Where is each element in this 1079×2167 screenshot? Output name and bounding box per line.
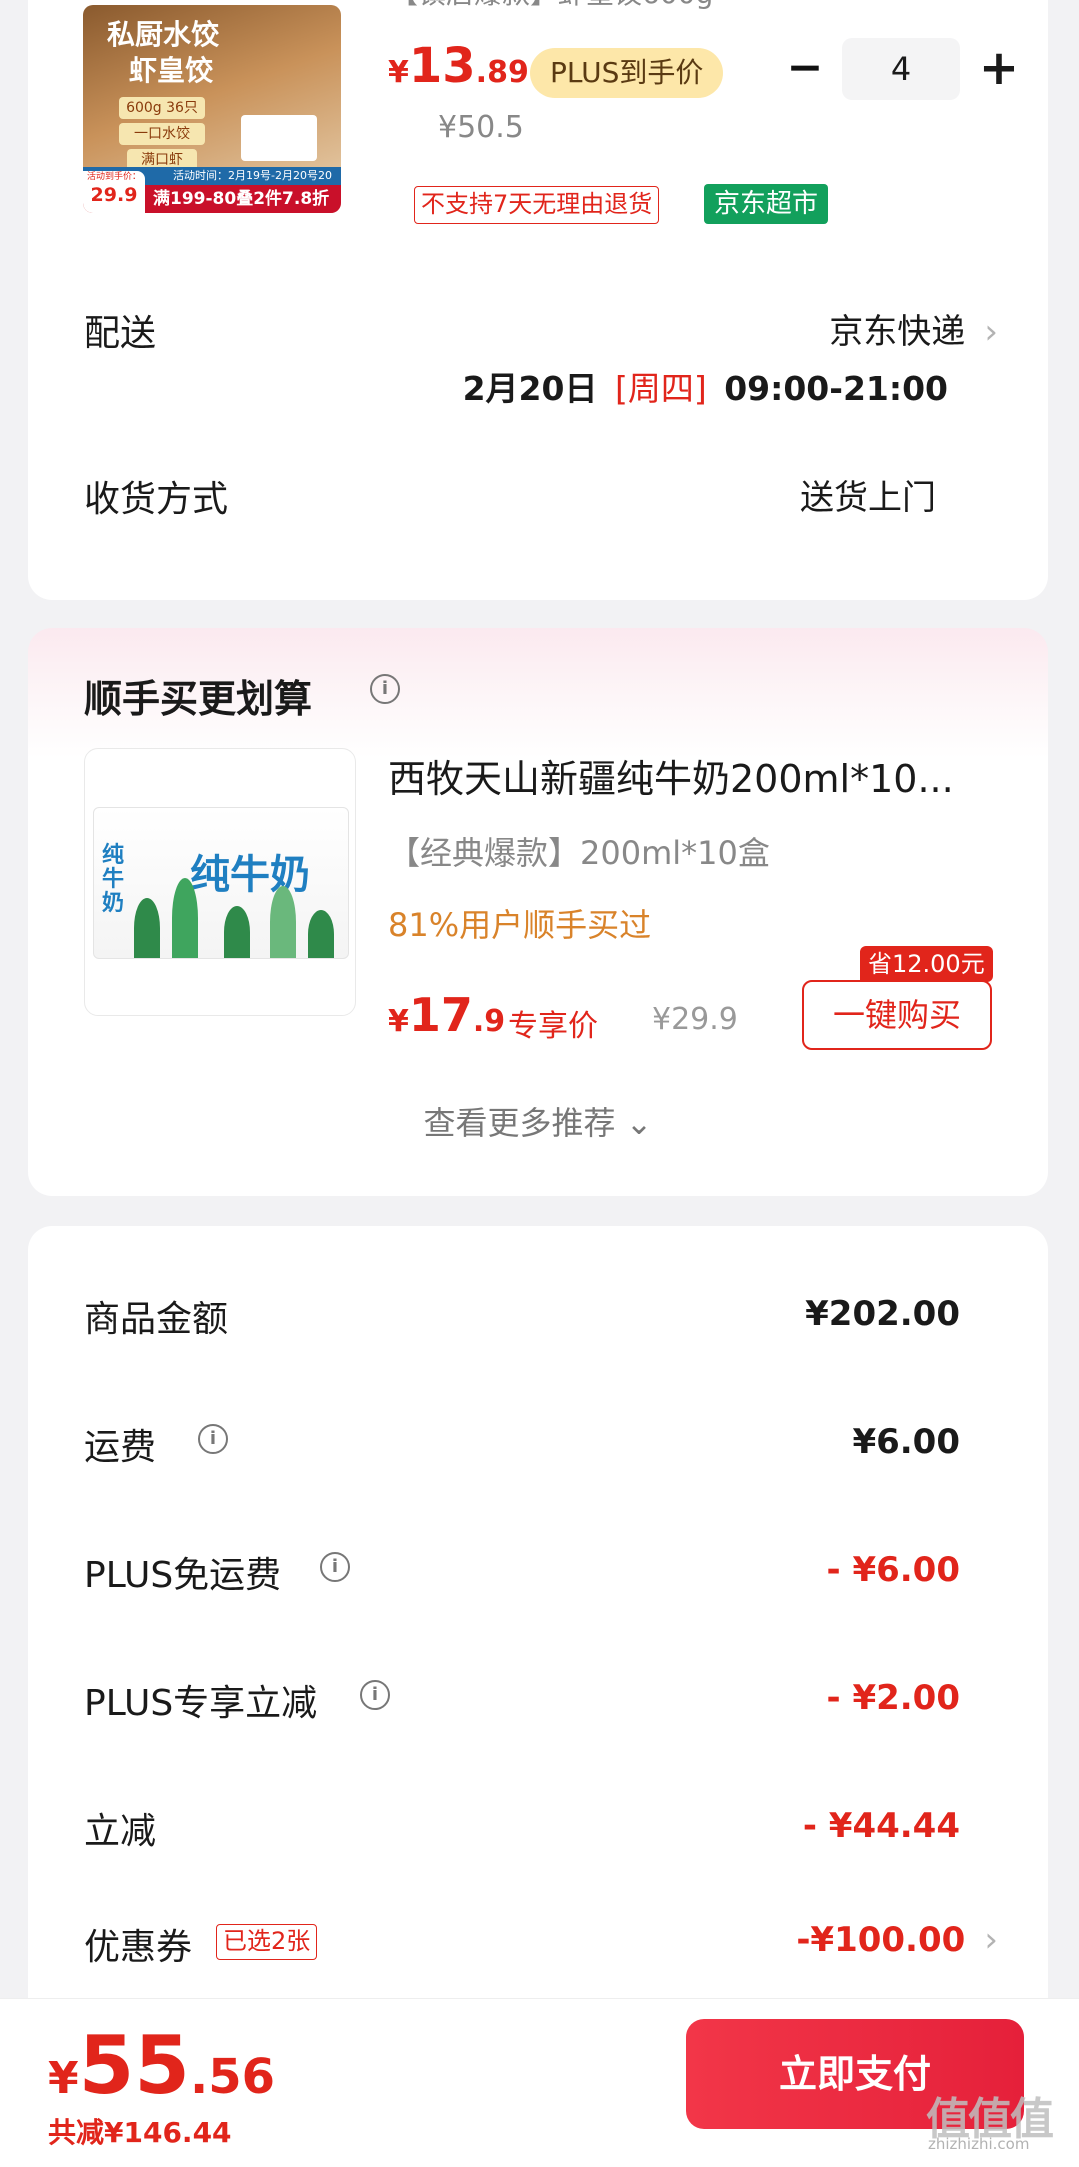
- delivery-time: 2月20日 [周四] 09:00-21:00: [463, 362, 948, 410]
- recommend-title: 顺手买更划算: [84, 677, 313, 721]
- product-image-title: 私厨水饺: [107, 18, 220, 51]
- recommend-product-image[interactable]: 纯牛奶 纯牛奶: [84, 748, 356, 1016]
- chevron-right-icon: ›: [984, 312, 998, 352]
- fee-label: PLUS免运费: [84, 1555, 282, 1596]
- product-image-subtitle: 虾皇饺: [129, 54, 214, 87]
- price-integer: 13: [408, 38, 476, 94]
- receive-method-value[interactable]: 送货上门: [800, 470, 936, 519]
- product-package-illustration: [241, 115, 317, 161]
- store-tag: 京东超市: [704, 184, 829, 224]
- delivery-date: 2月20日: [462, 369, 598, 408]
- info-icon[interactable]: i: [320, 1552, 350, 1582]
- quantity-increase-button[interactable]: +: [974, 42, 1024, 94]
- chevron-right-icon: ›: [984, 1920, 998, 1960]
- checkout-bar: ¥55.56 共减¥146.44 立即支付 值值值 zhizhizhi.com: [0, 1998, 1079, 2167]
- total-integer: 55: [78, 2019, 190, 2112]
- delivery-label: 配送: [84, 313, 157, 354]
- recommend-product-title[interactable]: 西牧天山新疆纯牛奶200ml*10...: [388, 748, 1008, 803]
- delivery-window: 09:00-21:00: [724, 369, 948, 408]
- site-watermark-url: zhizhizhi.com: [928, 2135, 1030, 2153]
- price-decimal: .89: [475, 55, 529, 90]
- leaf-illustration: [270, 886, 296, 958]
- price-integer: 17: [408, 988, 473, 1042]
- fee-label: 运费: [84, 1427, 157, 1468]
- price-currency: ¥: [388, 55, 409, 90]
- fee-value: - ¥44.44: [802, 1806, 960, 1846]
- delivery-weekday: [周四]: [614, 369, 707, 408]
- milk-box-illustration: 纯牛奶 纯牛奶: [93, 807, 349, 959]
- leaf-illustration: [308, 910, 334, 958]
- recommend-price: ¥17.9: [388, 988, 505, 1042]
- product-price: ¥13.89: [388, 38, 529, 94]
- info-icon[interactable]: i: [370, 674, 400, 704]
- coupon-row-link[interactable]: -¥100.00 ›: [796, 1920, 998, 1960]
- product-image-price-badge: 活动到手价： 29.9: [83, 171, 145, 213]
- fee-label: 立减: [84, 1811, 157, 1852]
- product-image-chip: 600g 36只: [119, 97, 205, 119]
- total-decimal: .56: [189, 2049, 275, 2105]
- receive-method-label: 收货方式: [84, 479, 229, 520]
- recommend-bought-ratio: 81%用户顺手买过: [388, 906, 652, 944]
- recommend-original-price: ¥29.9: [652, 1002, 738, 1037]
- fee-value: -¥100.00: [796, 1920, 966, 1960]
- one-click-buy-button[interactable]: 一键购买: [802, 980, 992, 1050]
- total-saved: 共减¥146.44: [48, 2116, 232, 2149]
- fee-value: ¥202.00: [805, 1294, 960, 1334]
- recommend-card: 顺手买更划算 i 纯牛奶 纯牛奶 西牧天山新疆纯牛奶200ml*10... 【经…: [28, 628, 1048, 1196]
- leaf-illustration: [224, 906, 250, 958]
- info-icon[interactable]: i: [360, 1680, 390, 1710]
- milk-box-label-side: 纯牛奶: [102, 843, 125, 916]
- fee-label: PLUS专享立减: [84, 1683, 318, 1724]
- product-image[interactable]: 私厨水饺 虾皇饺 600g 36只 一口水饺 满口虾 活动时间：2月19号-2月…: [83, 5, 341, 213]
- product-image-chip: 一口水饺: [119, 123, 205, 145]
- fee-label: 商品金额: [84, 1299, 229, 1340]
- info-icon[interactable]: i: [198, 1424, 228, 1454]
- delivery-carrier-row[interactable]: 京东快递 ›: [829, 304, 998, 353]
- quantity-field[interactable]: 4: [842, 38, 960, 100]
- quantity-decrease-button[interactable]: −: [780, 44, 830, 94]
- leaf-illustration: [172, 878, 198, 958]
- product-image-price: 29.9: [90, 184, 138, 206]
- no-return-tag: 不支持7天无理由退货: [414, 186, 660, 224]
- save-amount-badge: 省12.00元: [860, 946, 993, 982]
- plus-price-badge: PLUS到手价: [530, 48, 724, 98]
- product-subtitle: 【镇店爆款】虾皇饺600g: [390, 0, 713, 12]
- price-currency: ¥: [388, 1004, 409, 1039]
- milk-box-label: 纯牛奶: [190, 852, 310, 898]
- product-card: 私厨水饺 虾皇饺 600g 36只 一口水饺 满口虾 活动时间：2月19号-2月…: [28, 0, 1048, 600]
- total-price: ¥55.56: [48, 2019, 275, 2112]
- more-recommendations-link[interactable]: 查看更多推荐 ⌄: [28, 1098, 1048, 1144]
- leaf-illustration: [134, 898, 160, 958]
- fee-label: 优惠券: [84, 1927, 193, 1968]
- fee-value: - ¥6.00: [826, 1550, 961, 1590]
- product-image-price-label: 活动到手价：: [86, 172, 141, 182]
- product-original-price: ¥50.5: [438, 110, 524, 145]
- recommend-exclusive-label: 专享价: [508, 1009, 598, 1044]
- recommend-product-subtitle: 【经典爆款】200ml*10盒: [388, 834, 770, 872]
- delivery-carrier: 京东快递: [829, 312, 966, 352]
- total-currency: ¥: [48, 2053, 79, 2104]
- fee-value: ¥6.00: [852, 1422, 960, 1462]
- coupon-selected-tag: 已选2张: [216, 1924, 318, 1960]
- price-decimal: .9: [472, 1004, 506, 1039]
- fee-value: - ¥2.00: [826, 1678, 961, 1718]
